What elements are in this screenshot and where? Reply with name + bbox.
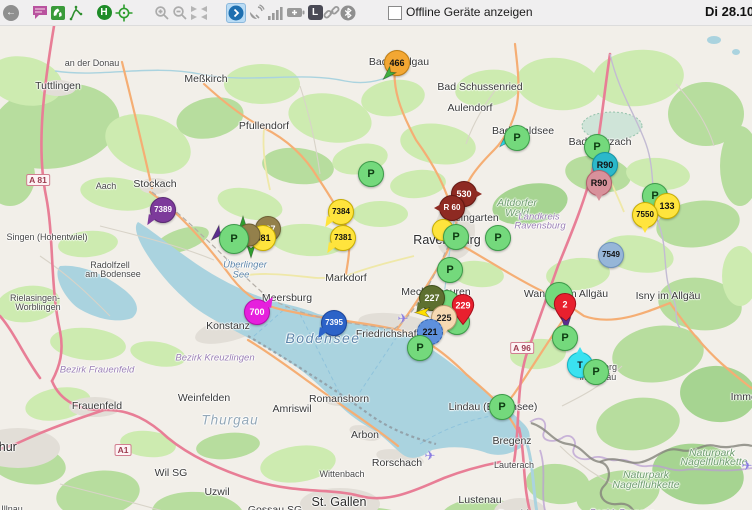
hospital-icon: H (96, 5, 112, 20)
marker-7381[interactable]: 7381 (327, 225, 356, 255)
signal-button[interactable] (267, 4, 285, 22)
marker-7384[interactable]: 7384 (325, 199, 354, 229)
zoom-in-icon (154, 5, 170, 21)
marker-7550[interactable]: 7550 (632, 202, 658, 233)
back-icon: ← (3, 4, 19, 21)
marker-p[interactable]: P (437, 257, 463, 283)
follow-mode-button[interactable] (226, 2, 246, 23)
marker-7549[interactable]: 7549 (598, 242, 624, 268)
airport-icon: ✈ (424, 448, 436, 463)
marker-p[interactable]: P (443, 224, 469, 250)
marker-p[interactable]: P (407, 335, 433, 361)
marker-p[interactable]: P (504, 125, 530, 151)
marker-7395[interactable]: 7395 (318, 310, 347, 340)
route-icon (68, 5, 84, 21)
marker-r90[interactable]: R90 (586, 170, 612, 201)
offline-devices-checkbox[interactable] (388, 6, 402, 20)
marker-r60[interactable]: R 60 (434, 195, 465, 221)
phone-button[interactable] (49, 4, 67, 22)
marker-p[interactable]: P (583, 359, 609, 385)
bluetooth-icon (340, 5, 356, 21)
svg-text:229: 229 (455, 300, 470, 310)
offline-devices-label: Offline Geräte anzeigen (406, 5, 533, 19)
satellite-button[interactable] (247, 4, 265, 22)
link-button[interactable] (322, 4, 340, 22)
battery-button[interactable] (287, 4, 305, 22)
link-icon (323, 4, 340, 21)
marker-p[interactable]: P (485, 225, 511, 251)
map-markers: 4667389697381P73847381PPPR90R90P13375507… (0, 26, 752, 510)
locate-button[interactable] (115, 4, 133, 22)
airport-icon: ✈ (397, 311, 409, 326)
marker-p[interactable]: P (358, 161, 384, 187)
satellite-dish-icon (248, 4, 265, 21)
marker-p[interactable]: P (489, 394, 515, 420)
crosshair-icon (115, 4, 133, 22)
app-window: ← H L Offline Geräte anzeigen Di 28.10 a… (0, 0, 752, 510)
direction-arrow-marker[interactable] (380, 65, 398, 88)
chat-icon (32, 5, 48, 20)
chevron-right-icon (228, 5, 244, 21)
airport-icon: ✈ (741, 458, 752, 473)
toolbar: ← H L Offline Geräte anzeigen Di 28.10 (0, 0, 752, 26)
zoom-in-button[interactable] (153, 4, 171, 22)
battery-icon (287, 7, 305, 18)
l-badge-label: L (311, 7, 319, 18)
zoom-out-button[interactable] (171, 4, 189, 22)
fit-extent-icon (190, 5, 208, 21)
chat-button[interactable] (31, 4, 49, 22)
hospital-button[interactable]: H (95, 4, 113, 22)
marker-7389[interactable]: 7389 (147, 197, 176, 227)
zoom-out-icon (172, 5, 188, 21)
route-button[interactable] (67, 4, 85, 22)
bluetooth-button[interactable] (339, 4, 357, 22)
date-label: Di 28.10 (705, 4, 752, 19)
l-badge-icon: L (307, 5, 323, 20)
phone-icon (50, 5, 66, 21)
hospital-label: H (100, 7, 108, 18)
map-viewport[interactable]: an der Donau Tuttlingen Meßkirch Pfullendor… (0, 26, 752, 510)
marker-p[interactable]: P (219, 224, 249, 254)
fit-extent-button[interactable] (190, 4, 208, 22)
svg-text:2: 2 (562, 299, 567, 309)
signal-bars-icon (268, 6, 284, 20)
back-button[interactable]: ← (2, 4, 20, 22)
marker-700[interactable]: 700 (244, 295, 273, 325)
